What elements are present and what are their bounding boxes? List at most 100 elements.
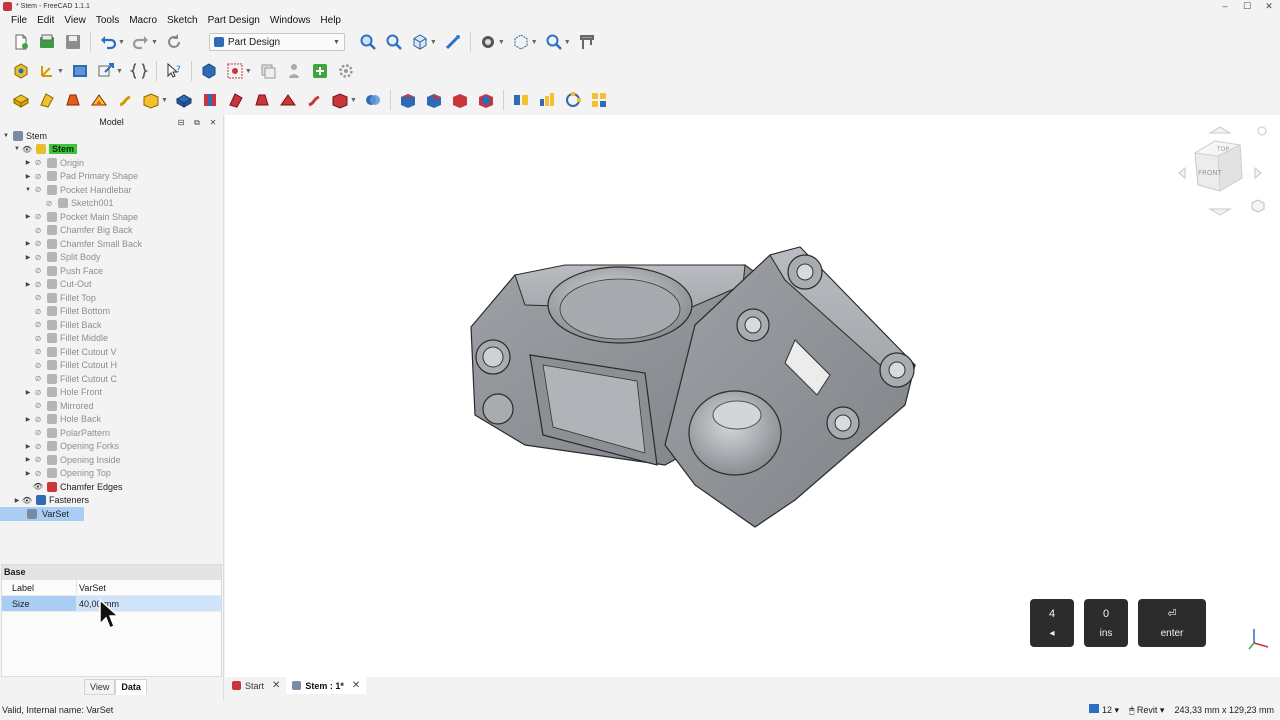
- revolution-button[interactable]: [37, 90, 57, 110]
- visibility-eye-icon[interactable]: 👁: [21, 496, 33, 505]
- create-feature-button[interactable]: [284, 61, 304, 81]
- hole-button[interactable]: [200, 90, 220, 110]
- visibility-eye-icon[interactable]: ⊘: [32, 334, 44, 343]
- tree-item[interactable]: ▶ ⊘ Cut-Out: [0, 278, 224, 292]
- boolean-button[interactable]: [363, 90, 383, 110]
- tree-item[interactable]: ⊘ PolarPattern: [0, 426, 224, 440]
- subtractive-primitive-button[interactable]: [330, 90, 350, 110]
- close-tab-icon[interactable]: ✕: [352, 680, 360, 691]
- tree-item[interactable]: ▶ ⊘ Hole Front: [0, 386, 224, 400]
- visibility-eye-icon[interactable]: ⊘: [32, 307, 44, 316]
- bounding-box-button[interactable]: [511, 32, 531, 52]
- visibility-eye-icon[interactable]: ⊘: [32, 455, 44, 464]
- visibility-eye-icon[interactable]: ⊘: [32, 469, 44, 478]
- collapse-arrow-icon[interactable]: ▼: [2, 133, 10, 139]
- measure-button[interactable]: [443, 32, 463, 52]
- navcube-top-label[interactable]: TOP: [1216, 146, 1229, 153]
- menu-help[interactable]: Help: [315, 15, 346, 26]
- visibility-eye-icon[interactable]: ⊘: [32, 401, 44, 410]
- visibility-eye-icon[interactable]: ⊘: [32, 428, 44, 437]
- additive-loft-button[interactable]: [63, 90, 83, 110]
- tab-start[interactable]: Start ✕: [226, 677, 286, 694]
- tab-data[interactable]: Data: [115, 679, 147, 695]
- expand-arrow-icon[interactable]: ▶: [24, 281, 32, 288]
- tree-item[interactable]: ▶ ⊘ Opening Inside: [0, 453, 224, 467]
- draw-style-button[interactable]: [478, 32, 498, 52]
- create-sketch-button[interactable]: [70, 61, 90, 81]
- attach-sketch-button[interactable]: [96, 61, 116, 81]
- groove-button[interactable]: [226, 90, 246, 110]
- multi-transform-button[interactable]: [589, 90, 609, 110]
- tree-item[interactable]: ▶ ⊘ Chamfer Small Back: [0, 237, 224, 251]
- expand-arrow-icon[interactable]: ▶: [13, 497, 21, 504]
- expand-arrow-icon[interactable]: ▶: [24, 389, 32, 396]
- subtractive-dropdown-icon[interactable]: ▼: [350, 97, 357, 104]
- collapse-arrow-icon[interactable]: ▼: [13, 146, 21, 152]
- zoom-button[interactable]: [544, 32, 564, 52]
- visibility-eye-icon[interactable]: ⊘: [32, 415, 44, 424]
- visibility-eye-icon[interactable]: ⊘: [32, 253, 44, 262]
- draw-style-dropdown-icon[interactable]: ▼: [498, 39, 505, 46]
- close-tab-icon[interactable]: ✕: [272, 680, 280, 691]
- menu-part-design[interactable]: Part Design: [203, 15, 265, 26]
- selection-count[interactable]: 12 ▾: [1088, 704, 1119, 716]
- zoom-dropdown-icon[interactable]: ▼: [564, 39, 571, 46]
- whats-this-button[interactable]: ?: [164, 61, 184, 81]
- expand-arrow-icon[interactable]: ▼: [24, 187, 32, 193]
- subtractive-helix-button[interactable]: [304, 90, 324, 110]
- undo-dropdown-icon[interactable]: ▼: [118, 39, 125, 46]
- expand-arrow-icon[interactable]: ▶: [24, 443, 32, 450]
- fit-selection-button[interactable]: [384, 32, 404, 52]
- additive-helix-button[interactable]: [115, 90, 135, 110]
- chamfer-button[interactable]: [424, 90, 444, 110]
- tab-stem[interactable]: Stem : 1* ✕: [286, 677, 367, 694]
- minimize-button[interactable]: –: [1214, 0, 1236, 12]
- tree-item[interactable]: ▶ ⊘ Origin: [0, 156, 224, 170]
- visibility-eye-icon[interactable]: ⊘: [32, 185, 44, 194]
- fit-all-button[interactable]: [358, 32, 378, 52]
- tree-item[interactable]: ▶ ⊘ Opening Forks: [0, 440, 224, 454]
- open-document-button[interactable]: [37, 32, 57, 52]
- additive-pipe-button[interactable]: [89, 90, 109, 110]
- menu-view[interactable]: View: [59, 15, 91, 26]
- tree-item[interactable]: ⊘ Fillet Middle: [0, 332, 224, 346]
- additive-primitive-button[interactable]: [141, 90, 161, 110]
- redo-dropdown-icon[interactable]: ▼: [151, 39, 158, 46]
- expand-arrow-icon[interactable]: ▶: [24, 456, 32, 463]
- tree-item[interactable]: ▼ ⊘ Pocket Handlebar: [0, 183, 224, 197]
- undo-button[interactable]: [98, 32, 118, 52]
- subtractive-loft-button[interactable]: [252, 90, 272, 110]
- property-row-label[interactable]: Label VarSet: [2, 580, 221, 596]
- thickness-button[interactable]: [476, 90, 496, 110]
- visibility-eye-icon[interactable]: ⊘: [32, 442, 44, 451]
- expand-arrow-icon[interactable]: ▶: [24, 416, 32, 423]
- tree-item[interactable]: ⊘ Sketch001: [0, 197, 224, 211]
- menu-edit[interactable]: Edit: [32, 15, 59, 26]
- fillet-button[interactable]: [398, 90, 418, 110]
- workbench-selector[interactable]: Part Design ▼: [208, 33, 345, 51]
- close-panel-button[interactable]: ✕: [207, 116, 219, 130]
- polar-pattern-button[interactable]: [563, 90, 583, 110]
- subtractive-pipe-button[interactable]: [278, 90, 298, 110]
- visibility-eye-icon[interactable]: 👁: [21, 145, 33, 154]
- navcube-front-label[interactable]: FRONT: [1198, 169, 1223, 177]
- maximize-button[interactable]: ☐: [1236, 0, 1258, 12]
- visibility-eye-icon[interactable]: ⊘: [32, 266, 44, 275]
- tree-varset[interactable]: VarSet: [0, 507, 84, 521]
- visibility-eye-icon[interactable]: 👁: [32, 482, 44, 491]
- tree-item[interactable]: ⊘ Fillet Bottom: [0, 305, 224, 319]
- menu-tools[interactable]: Tools: [91, 15, 124, 26]
- visibility-eye-icon[interactable]: ⊘: [32, 158, 44, 167]
- expand-arrow-icon[interactable]: ▶: [24, 159, 32, 166]
- tree-item[interactable]: ▶ ⊘ Split Body: [0, 251, 224, 265]
- mirrored-button[interactable]: [511, 90, 531, 110]
- variables-button[interactable]: [129, 61, 149, 81]
- menu-windows[interactable]: Windows: [265, 15, 316, 26]
- create-body-button[interactable]: [11, 61, 31, 81]
- tree-item[interactable]: ▶ ⊘ Opening Top: [0, 467, 224, 481]
- tree-item[interactable]: ▶ ⊘ Pad Primary Shape: [0, 170, 224, 184]
- property-value[interactable]: VarSet: [77, 580, 221, 595]
- tree-item[interactable]: ▶ ⊘ Pocket Main Shape: [0, 210, 224, 224]
- measure-distance-button[interactable]: [577, 32, 597, 52]
- subshape-binder-button[interactable]: [225, 61, 245, 81]
